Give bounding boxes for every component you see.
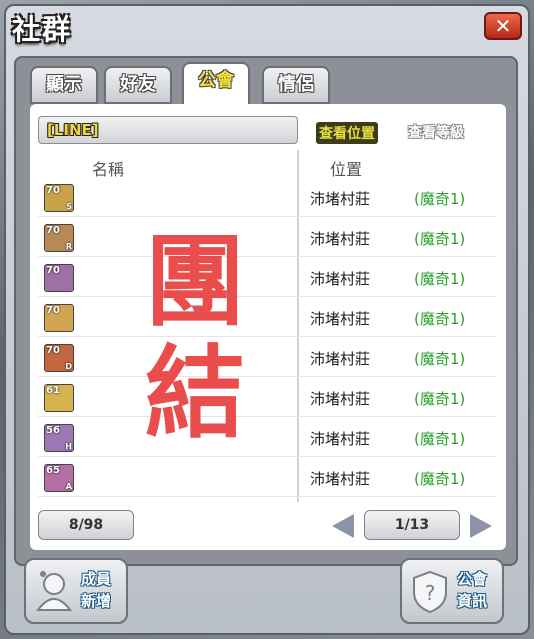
member-level: 56 (46, 425, 60, 436)
member-location: 沛堵村莊 (310, 350, 371, 368)
member-channel: (魔奇1) (414, 230, 466, 248)
stamp-char: 結 (145, 335, 245, 452)
member-avatar: 70 (44, 304, 74, 332)
member-channel: (魔奇1) (414, 430, 466, 448)
table-row[interactable]: 70 R 沛堵村莊 (魔奇1) (38, 218, 496, 257)
table-row[interactable]: 70 S 沛堵村莊 (魔奇1) (38, 178, 496, 217)
table-row[interactable]: 70 沛堵村莊 (魔奇1) (38, 298, 496, 337)
stamp-text: 團 結 (140, 226, 250, 450)
member-location: 沛堵村莊 (310, 310, 371, 328)
guild-info-button[interactable]: ? 公會 資訊 (400, 558, 504, 624)
member-class-letter: H (65, 442, 72, 451)
row-divider (38, 216, 496, 217)
member-location: 沛堵村莊 (310, 270, 371, 288)
member-count: 8/98 (38, 510, 134, 540)
row-divider (38, 336, 496, 337)
view-position-button[interactable]: 查看位置 (316, 122, 378, 144)
tab-display[interactable]: 顯示 (30, 66, 98, 104)
member-level: 61 (46, 385, 60, 396)
member-class-letter: R (65, 242, 72, 251)
svg-text:?: ? (425, 581, 436, 605)
member-location: 沛堵村莊 (310, 190, 371, 208)
row-divider (38, 296, 496, 297)
close-button[interactable]: ✕ (484, 12, 522, 40)
row-divider (38, 256, 496, 257)
table-row[interactable]: 65 A 沛堵村莊 (魔奇1) (38, 458, 496, 497)
view-level-button[interactable]: 查看等級 (408, 122, 464, 142)
add-member-icon (36, 571, 72, 611)
table-row[interactable]: 56 H 沛堵村莊 (魔奇1) (38, 418, 496, 457)
member-avatar: 70 S (44, 184, 74, 212)
member-channel: (魔奇1) (414, 470, 466, 488)
column-header-name: 名稱 (92, 160, 125, 179)
member-level: 70 (46, 185, 60, 196)
table-row[interactable]: 70 D 沛堵村莊 (魔奇1) (38, 338, 496, 377)
member-channel: (魔奇1) (414, 350, 466, 368)
tab-friends[interactable]: 好友 (104, 66, 172, 104)
member-level: 70 (46, 345, 60, 356)
guild-name: [LINE] (47, 121, 99, 139)
row-divider (38, 496, 496, 497)
member-avatar: 70 D (44, 344, 74, 372)
member-avatar: 65 A (44, 464, 74, 492)
member-class-letter: D (65, 362, 72, 371)
tab-guild[interactable]: 公會 (182, 62, 250, 106)
member-channel: (魔奇1) (414, 190, 466, 208)
member-location: 沛堵村莊 (310, 390, 371, 408)
prev-page-arrow-icon[interactable] (332, 514, 354, 538)
member-location: 沛堵村莊 (310, 230, 371, 248)
shield-question-icon: ? (413, 570, 447, 614)
member-class-letter: S (66, 202, 72, 211)
member-location: 沛堵村莊 (310, 430, 371, 448)
window-title: 社群 (12, 13, 73, 46)
add-member-button[interactable]: 成員 新增 (24, 558, 128, 624)
page-indicator: 1/13 (364, 510, 460, 540)
member-level: 70 (46, 265, 60, 276)
table-row[interactable]: 61 沛堵村莊 (魔奇1) (38, 378, 496, 417)
guild-name-box: [LINE] (38, 116, 298, 144)
member-channel: (魔奇1) (414, 390, 466, 408)
row-divider (38, 416, 496, 417)
tab-couple[interactable]: 情侶 (262, 66, 330, 104)
member-avatar: 70 R (44, 224, 74, 252)
column-header-location: 位置 (330, 160, 363, 179)
next-page-arrow-icon[interactable] (470, 514, 492, 538)
member-avatar: 70 (44, 264, 74, 292)
row-divider (38, 456, 496, 457)
stamp-char: 團 (145, 223, 245, 340)
member-avatar: 61 (44, 384, 74, 412)
member-location: 沛堵村莊 (310, 470, 371, 488)
member-level: 70 (46, 225, 60, 236)
member-channel: (魔奇1) (414, 270, 466, 288)
member-level: 65 (46, 465, 60, 476)
table-row[interactable]: 70 沛堵村莊 (魔奇1) (38, 258, 496, 297)
member-class-letter: A (65, 482, 72, 491)
row-divider (38, 376, 496, 377)
member-avatar: 56 H (44, 424, 74, 452)
member-level: 70 (46, 305, 60, 316)
member-channel: (魔奇1) (414, 310, 466, 328)
